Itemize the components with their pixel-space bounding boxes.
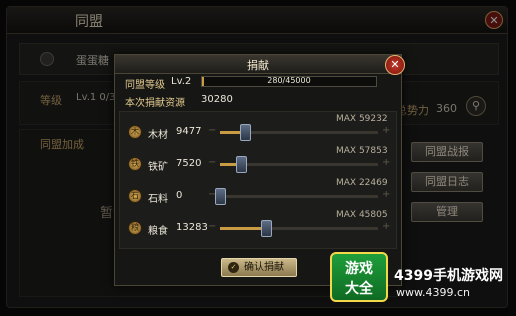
resource-amount: 13283 — [176, 222, 208, 233]
minus-icon[interactable]: − — [208, 157, 216, 168]
watermark-brand: 4399手机游戏网 — [394, 268, 503, 284]
donation-dialog-title: 捐献 — [247, 59, 269, 72]
minus-icon[interactable]: − — [208, 125, 216, 136]
resource-slider-thumb[interactable] — [215, 188, 226, 205]
resource-row-grain: 粮 粮食 13283 MAX 45805 − + — [120, 210, 398, 242]
watermark-url: www.4399.cn — [396, 286, 470, 299]
watermark-logo-line1: 游戏 — [345, 261, 373, 277]
resource-slider-fill — [220, 227, 266, 230]
resource-slider[interactable] — [220, 220, 378, 237]
confirm-donation-label: 确认捐献 — [244, 262, 284, 273]
donation-dialog-header: 捐献 — [115, 55, 401, 74]
watermark-logo-line2: 大全 — [345, 281, 373, 297]
iron-icon: 铁 — [128, 157, 142, 171]
alliance-level-label: 同盟等级 — [125, 80, 165, 91]
resource-slider[interactable] — [220, 156, 378, 173]
resource-max: MAX 45805 — [336, 210, 388, 220]
resource-slider-thumb[interactable] — [240, 124, 252, 141]
resource-max: MAX 59232 — [336, 114, 388, 124]
resource-row-iron: 铁 铁矿 7520 MAX 57853 − + — [120, 146, 398, 178]
resource-row-stone: 石 石料 0 MAX 22469 − + — [120, 178, 398, 210]
plus-icon[interactable]: + — [382, 189, 390, 200]
resource-slider-thumb[interactable] — [235, 156, 247, 173]
stone-icon: 石 — [128, 189, 142, 203]
resource-slider-thumb[interactable] — [260, 220, 272, 237]
resource-max: MAX 22469 — [336, 178, 388, 188]
resource-amount: 0 — [176, 190, 183, 201]
close-icon[interactable]: ✕ — [385, 55, 405, 75]
plus-icon[interactable]: + — [382, 125, 390, 136]
resource-max: MAX 57853 — [336, 146, 388, 156]
grain-icon: 粮 — [128, 221, 142, 235]
resource-name: 石料 — [148, 194, 168, 205]
watermark-logo: 游戏 大全 — [330, 252, 388, 302]
resource-amount: 9477 — [176, 126, 202, 137]
resource-list: 木 木材 9477 MAX 59232 − + 铁 铁矿 7520 MAX 57… — [119, 111, 397, 249]
resource-amount: 7520 — [176, 158, 202, 169]
resource-name: 粮食 — [148, 226, 168, 237]
resource-slider[interactable] — [220, 124, 378, 141]
alliance-level-progress-bar: 280/45000 — [201, 76, 377, 87]
plus-icon[interactable]: + — [382, 221, 390, 232]
alliance-level-progress-text: 280/45000 — [267, 76, 311, 85]
resource-slider[interactable] — [215, 188, 378, 205]
resource-name: 铁矿 — [148, 162, 168, 173]
contribution-value: 30280 — [201, 94, 233, 105]
resource-name: 木材 — [148, 130, 168, 141]
resource-row-wood: 木 木材 9477 MAX 59232 − + — [120, 114, 398, 146]
plus-icon[interactable]: + — [382, 157, 390, 168]
alliance-level-value: Lv.2 — [171, 76, 192, 87]
wood-icon: 木 — [128, 125, 142, 139]
contribution-label: 本次捐献资源 — [125, 98, 185, 109]
confirm-donation-button[interactable]: ✓ 确认捐献 — [221, 258, 297, 277]
minus-icon[interactable]: − — [208, 221, 216, 232]
confirm-icon: ✓ — [228, 262, 239, 273]
